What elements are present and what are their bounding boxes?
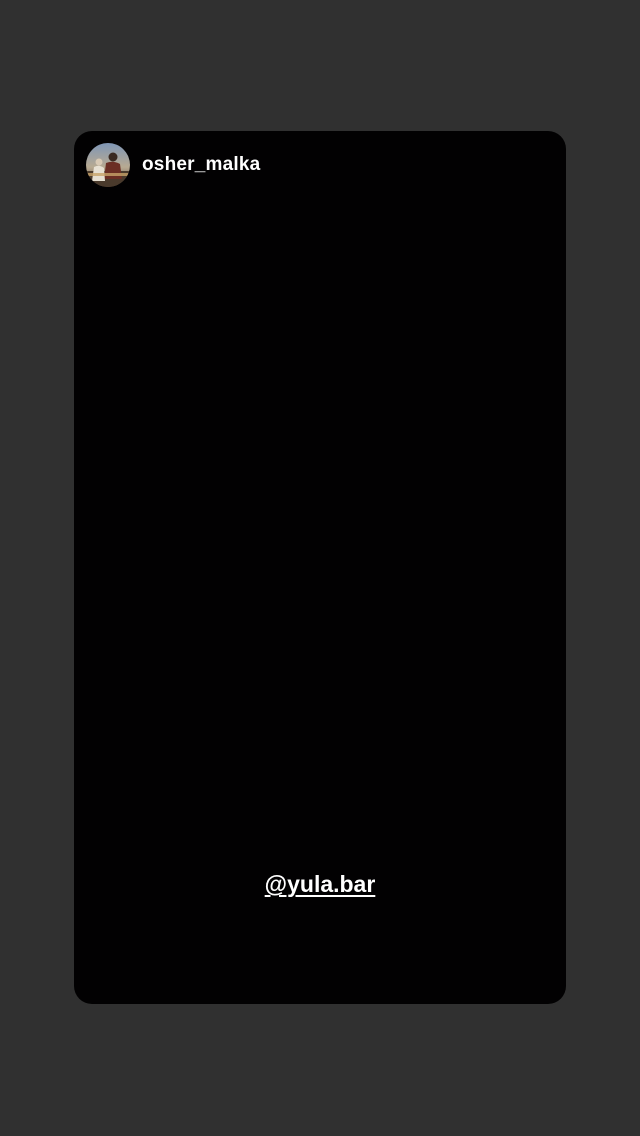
story-header: osher_malka [86, 143, 260, 187]
story-card[interactable]: osher_malka @yula.bar [74, 131, 566, 1004]
username[interactable]: osher_malka [142, 154, 260, 176]
story-viewer: osher_malka @yula.bar [0, 0, 640, 1136]
profile-avatar[interactable] [86, 143, 130, 187]
avatar-photo-icon [86, 143, 130, 187]
mention-sticker[interactable]: @yula.bar [74, 871, 566, 898]
